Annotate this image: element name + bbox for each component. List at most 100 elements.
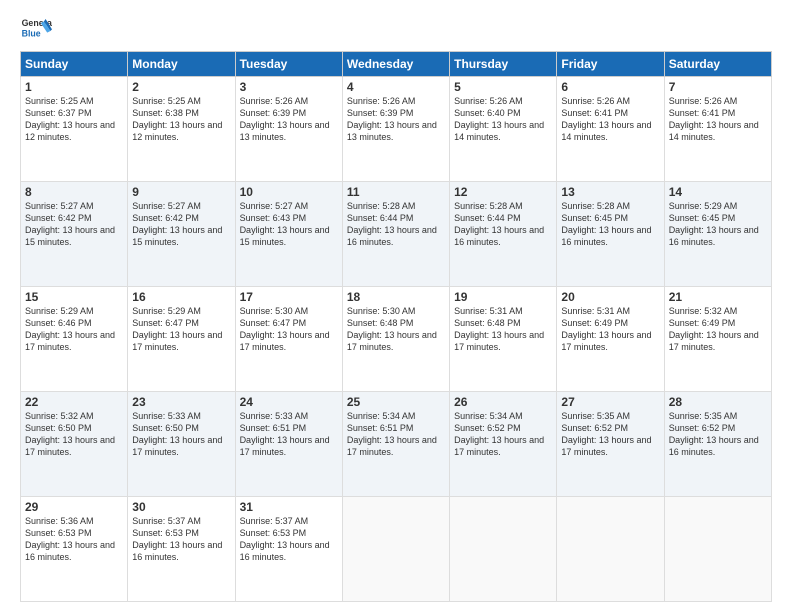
calendar-week-5: 29Sunrise: 5:36 AMSunset: 6:53 PMDayligh…	[21, 497, 772, 602]
day-info: Sunrise: 5:26 AMSunset: 6:40 PMDaylight:…	[454, 96, 544, 142]
day-info: Sunrise: 5:28 AMSunset: 6:44 PMDaylight:…	[347, 201, 437, 247]
day-info: Sunrise: 5:35 AMSunset: 6:52 PMDaylight:…	[669, 411, 759, 457]
calendar-week-2: 8 Sunrise: 5:27 AMSunset: 6:42 PMDaylight…	[21, 182, 772, 287]
day-info: Sunrise: 5:31 AMSunset: 6:49 PMDaylight:…	[561, 306, 651, 352]
calendar-day-16: 16 Sunrise: 5:29 AMSunset: 6:47 PMDayligh…	[128, 287, 235, 392]
day-info: Sunrise: 5:26 AMSunset: 6:41 PMDaylight:…	[561, 96, 651, 142]
day-info: Sunrise: 5:34 AMSunset: 6:52 PMDaylight:…	[454, 411, 544, 457]
calendar-day-28: 28 Sunrise: 5:35 AMSunset: 6:52 PMDayligh…	[664, 392, 771, 497]
day-info: Sunrise: 5:29 AMSunset: 6:45 PMDaylight:…	[669, 201, 759, 247]
calendar-day-30: 30Sunrise: 5:37 AMSunset: 6:53 PMDayligh…	[128, 497, 235, 602]
day-info: Sunrise: 5:33 AMSunset: 6:51 PMDaylight:…	[240, 411, 330, 457]
day-info: Sunrise: 5:37 AMSunset: 6:53 PMDaylight:…	[240, 516, 330, 562]
day-number: 1	[25, 80, 123, 94]
calendar-day-20: 20 Sunrise: 5:31 AMSunset: 6:49 PMDayligh…	[557, 287, 664, 392]
day-info: Sunrise: 5:34 AMSunset: 6:51 PMDaylight:…	[347, 411, 437, 457]
day-number: 10	[240, 185, 338, 199]
day-number: 15	[25, 290, 123, 304]
day-header-friday: Friday	[557, 52, 664, 77]
day-number: 21	[669, 290, 767, 304]
day-number: 22	[25, 395, 123, 409]
day-info: Sunrise: 5:26 AMSunset: 6:39 PMDaylight:…	[240, 96, 330, 142]
calendar-header-row: SundayMondayTuesdayWednesdayThursdayFrid…	[21, 52, 772, 77]
calendar-day-17: 17 Sunrise: 5:30 AMSunset: 6:47 PMDayligh…	[235, 287, 342, 392]
day-number: 5	[454, 80, 552, 94]
day-info: Sunrise: 5:35 AMSunset: 6:52 PMDaylight:…	[561, 411, 651, 457]
day-number: 13	[561, 185, 659, 199]
day-number: 6	[561, 80, 659, 94]
calendar-day-15: 15 Sunrise: 5:29 AMSunset: 6:46 PMDayligh…	[21, 287, 128, 392]
day-number: 16	[132, 290, 230, 304]
day-info: Sunrise: 5:37 AMSunset: 6:53 PMDaylight:…	[132, 516, 222, 562]
day-info: Sunrise: 5:32 AMSunset: 6:50 PMDaylight:…	[25, 411, 115, 457]
empty-cell	[557, 497, 664, 602]
calendar-day-14: 14 Sunrise: 5:29 AMSunset: 6:45 PMDayligh…	[664, 182, 771, 287]
calendar-day-29: 29Sunrise: 5:36 AMSunset: 6:53 PMDayligh…	[21, 497, 128, 602]
day-number: 11	[347, 185, 445, 199]
day-number: 26	[454, 395, 552, 409]
calendar-day-24: 24 Sunrise: 5:33 AMSunset: 6:51 PMDayligh…	[235, 392, 342, 497]
day-number: 23	[132, 395, 230, 409]
day-info: Sunrise: 5:31 AMSunset: 6:48 PMDaylight:…	[454, 306, 544, 352]
calendar-day-31: 31 Sunrise: 5:37 AMSunset: 6:53 PMDayligh…	[235, 497, 342, 602]
day-header-wednesday: Wednesday	[342, 52, 449, 77]
calendar-day-1: 1 Sunrise: 5:25 AMSunset: 6:37 PMDaylight…	[21, 77, 128, 182]
day-info: Sunrise: 5:27 AMSunset: 6:42 PMDaylight:…	[132, 201, 222, 247]
calendar-day-3: 3Sunrise: 5:26 AMSunset: 6:39 PMDaylight…	[235, 77, 342, 182]
day-number: 28	[669, 395, 767, 409]
calendar-day-19: 19 Sunrise: 5:31 AMSunset: 6:48 PMDayligh…	[450, 287, 557, 392]
empty-cell	[664, 497, 771, 602]
calendar-day-2: 2 Sunrise: 5:25 AMSunset: 6:38 PMDaylight…	[128, 77, 235, 182]
day-info: Sunrise: 5:26 AMSunset: 6:39 PMDaylight:…	[347, 96, 437, 142]
day-info: Sunrise: 5:29 AMSunset: 6:46 PMDaylight:…	[25, 306, 115, 352]
day-number: 19	[454, 290, 552, 304]
day-number: 4	[347, 80, 445, 94]
page: General Blue SundayMondayTuesdayWednesda…	[0, 0, 792, 612]
day-number: 9	[132, 185, 230, 199]
day-header-sunday: Sunday	[21, 52, 128, 77]
day-number: 24	[240, 395, 338, 409]
day-number: 14	[669, 185, 767, 199]
header: General Blue	[20, 15, 772, 43]
day-info: Sunrise: 5:25 AMSunset: 6:37 PMDaylight:…	[25, 96, 115, 142]
day-info: Sunrise: 5:33 AMSunset: 6:50 PMDaylight:…	[132, 411, 222, 457]
day-number: 12	[454, 185, 552, 199]
empty-cell	[450, 497, 557, 602]
day-info: Sunrise: 5:30 AMSunset: 6:47 PMDaylight:…	[240, 306, 330, 352]
day-number: 18	[347, 290, 445, 304]
calendar-day-11: 11 Sunrise: 5:28 AMSunset: 6:44 PMDayligh…	[342, 182, 449, 287]
day-info: Sunrise: 5:29 AMSunset: 6:47 PMDaylight:…	[132, 306, 222, 352]
calendar-day-26: 26 Sunrise: 5:34 AMSunset: 6:52 PMDayligh…	[450, 392, 557, 497]
day-info: Sunrise: 5:27 AMSunset: 6:42 PMDaylight:…	[25, 201, 115, 247]
day-number: 29	[25, 500, 123, 514]
day-info: Sunrise: 5:26 AMSunset: 6:41 PMDaylight:…	[669, 96, 759, 142]
day-info: Sunrise: 5:25 AMSunset: 6:38 PMDaylight:…	[132, 96, 222, 142]
day-header-tuesday: Tuesday	[235, 52, 342, 77]
empty-cell	[342, 497, 449, 602]
logo: General Blue	[20, 15, 52, 43]
calendar-week-1: 1 Sunrise: 5:25 AMSunset: 6:37 PMDaylight…	[21, 77, 772, 182]
day-header-saturday: Saturday	[664, 52, 771, 77]
day-number: 27	[561, 395, 659, 409]
day-info: Sunrise: 5:28 AMSunset: 6:45 PMDaylight:…	[561, 201, 651, 247]
calendar-day-27: 27 Sunrise: 5:35 AMSunset: 6:52 PMDayligh…	[557, 392, 664, 497]
calendar-day-8: 8 Sunrise: 5:27 AMSunset: 6:42 PMDaylight…	[21, 182, 128, 287]
day-number: 8	[25, 185, 123, 199]
day-info: Sunrise: 5:28 AMSunset: 6:44 PMDaylight:…	[454, 201, 544, 247]
calendar-day-5: 5 Sunrise: 5:26 AMSunset: 6:40 PMDaylight…	[450, 77, 557, 182]
day-number: 20	[561, 290, 659, 304]
day-info: Sunrise: 5:30 AMSunset: 6:48 PMDaylight:…	[347, 306, 437, 352]
calendar-day-21: 21Sunrise: 5:32 AMSunset: 6:49 PMDayligh…	[664, 287, 771, 392]
day-number: 2	[132, 80, 230, 94]
svg-text:Blue: Blue	[22, 29, 41, 39]
calendar-day-18: 18 Sunrise: 5:30 AMSunset: 6:48 PMDayligh…	[342, 287, 449, 392]
calendar-day-10: 10 Sunrise: 5:27 AMSunset: 6:43 PMDayligh…	[235, 182, 342, 287]
day-header-thursday: Thursday	[450, 52, 557, 77]
day-number: 17	[240, 290, 338, 304]
day-number: 31	[240, 500, 338, 514]
calendar-week-3: 15 Sunrise: 5:29 AMSunset: 6:46 PMDayligh…	[21, 287, 772, 392]
calendar-table: SundayMondayTuesdayWednesdayThursdayFrid…	[20, 51, 772, 602]
calendar-day-6: 6 Sunrise: 5:26 AMSunset: 6:41 PMDaylight…	[557, 77, 664, 182]
day-info: Sunrise: 5:27 AMSunset: 6:43 PMDaylight:…	[240, 201, 330, 247]
calendar-day-23: 23 Sunrise: 5:33 AMSunset: 6:50 PMDayligh…	[128, 392, 235, 497]
